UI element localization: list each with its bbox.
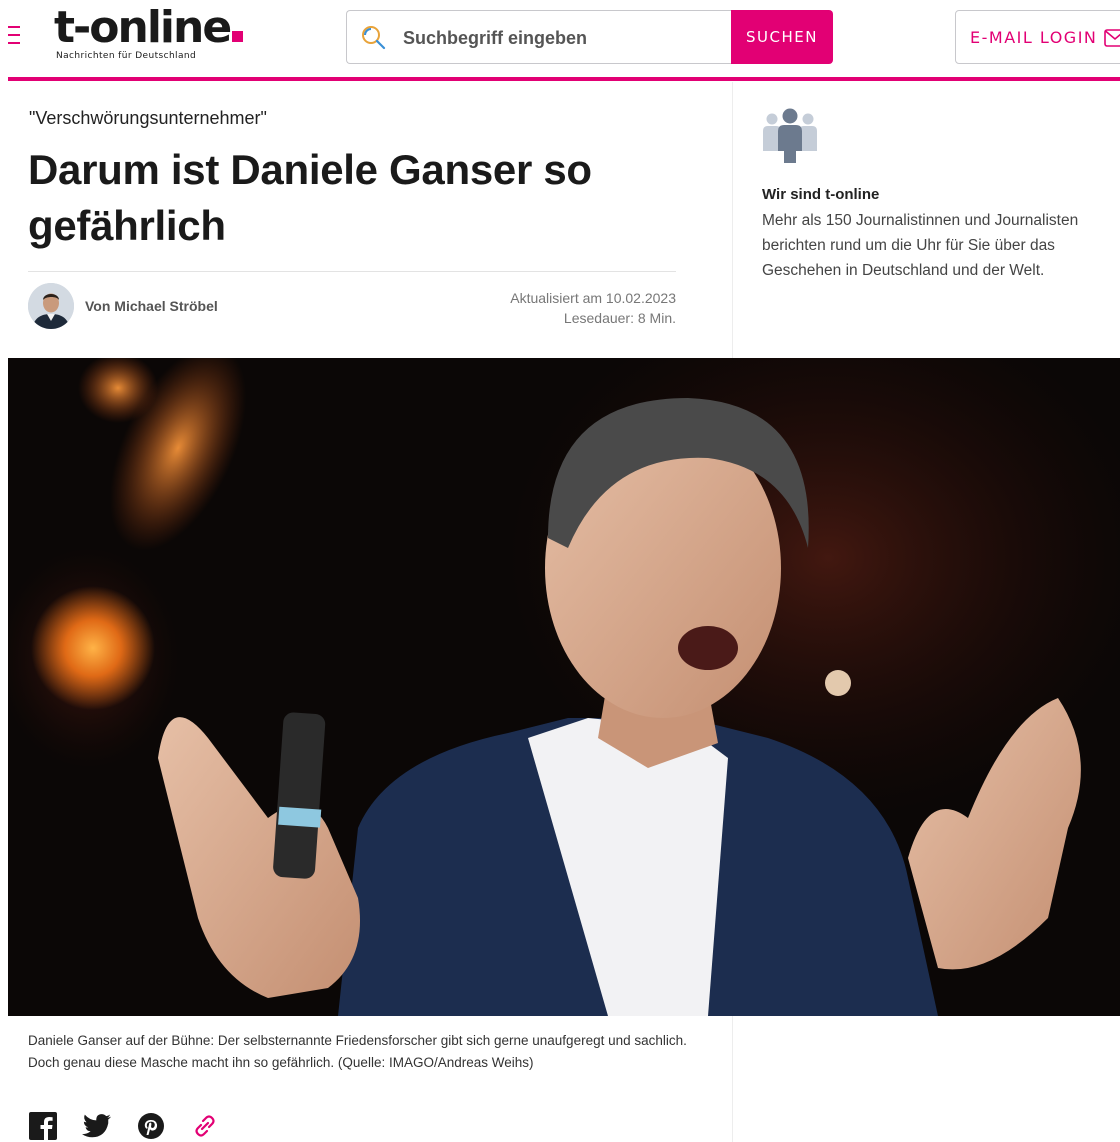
author-name[interactable]: Von Michael Ströbel xyxy=(85,298,218,314)
sidebar-text: Mehr als 150 Journalistinnen und Journal… xyxy=(762,212,1079,279)
article-headline: Darum ist Daniele Ganser so gefährlich xyxy=(28,146,592,249)
logo-dot xyxy=(232,31,244,42)
logo-wordmark: t-online xyxy=(54,2,232,53)
search-input[interactable] xyxy=(403,25,713,51)
facebook-icon[interactable] xyxy=(28,1112,58,1142)
pinterest-icon[interactable] xyxy=(136,1112,166,1142)
image-caption: Daniele Ganser auf der Bühne: Der selbst… xyxy=(28,1033,687,1070)
twitter-icon[interactable] xyxy=(82,1112,112,1142)
site-header: t-online Nachrichten für Deutschland SUC… xyxy=(0,0,1120,82)
reading-time: Lesedauer: 8 Min. xyxy=(563,310,676,326)
link-icon[interactable] xyxy=(190,1112,220,1142)
header-divider xyxy=(8,77,1120,81)
author-avatar[interactable] xyxy=(28,283,74,329)
mail-icon xyxy=(1104,29,1120,47)
author-portrait xyxy=(28,283,74,329)
share-bar xyxy=(28,1112,244,1142)
article-kicker: "Verschwörungsunternehmer" xyxy=(29,108,267,128)
site-logo[interactable]: t-online Nachrichten für Deutschland xyxy=(54,6,244,61)
article-meta: Aktualisiert am 10.02.2023 Lesedauer: 8 … xyxy=(510,288,676,328)
updated-date: Aktualisiert am 10.02.2023 xyxy=(510,290,676,306)
search-button[interactable]: SUCHEN xyxy=(731,10,833,64)
article-hero-image[interactable] xyxy=(8,358,1120,1016)
team-icon xyxy=(763,108,817,163)
search-bar: SUCHEN xyxy=(346,10,833,64)
email-login-button[interactable]: E-MAIL LOGIN xyxy=(955,10,1120,64)
search-icon xyxy=(362,26,386,50)
menu-icon[interactable] xyxy=(8,26,20,46)
byline-divider xyxy=(28,271,676,272)
hero-photo xyxy=(8,358,1120,1016)
email-login-label: E-MAIL LOGIN xyxy=(970,28,1098,47)
search-box xyxy=(346,10,731,64)
sidebar-title: Wir sind t-online xyxy=(762,186,880,203)
